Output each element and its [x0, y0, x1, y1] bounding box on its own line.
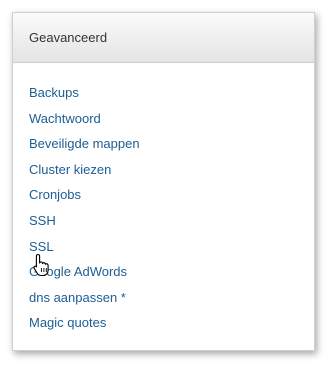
panel-title: Geavanceerd [13, 13, 314, 63]
menu-item-dns-aanpassen: dns aanpassen * [29, 289, 140, 315]
menu-item-magic-quotes: Magic quotes [29, 314, 140, 340]
advanced-panel: Geavanceerd Backups Wachtwoord Beveiligd… [12, 12, 315, 351]
menu-item-ssl: SSL [29, 238, 140, 264]
link-google-adwords[interactable]: Google AdWords [29, 264, 127, 279]
link-cluster-kiezen[interactable]: Cluster kiezen [29, 162, 111, 177]
link-beveiligde-mappen[interactable]: Beveiligde mappen [29, 136, 140, 151]
advanced-menu: Backups Wachtwoord Beveiligde mappen Clu… [29, 84, 140, 340]
menu-item-wachtwoord: Wachtwoord [29, 110, 140, 136]
link-ssh[interactable]: SSH [29, 213, 56, 228]
link-magic-quotes[interactable]: Magic quotes [29, 315, 106, 330]
link-backups[interactable]: Backups [29, 85, 79, 100]
menu-item-google-adwords: Google AdWords [29, 263, 140, 289]
menu-item-ssh: SSH [29, 212, 140, 238]
link-cronjobs[interactable]: Cronjobs [29, 187, 81, 202]
menu-item-cronjobs: Cronjobs [29, 186, 140, 212]
link-ssl[interactable]: SSL [29, 239, 54, 254]
link-dns-aanpassen[interactable]: dns aanpassen * [29, 290, 126, 305]
menu-item-backups: Backups [29, 84, 140, 110]
link-wachtwoord[interactable]: Wachtwoord [29, 111, 101, 126]
menu-item-beveiligde-mappen: Beveiligde mappen [29, 135, 140, 161]
menu-item-cluster-kiezen: Cluster kiezen [29, 161, 140, 187]
